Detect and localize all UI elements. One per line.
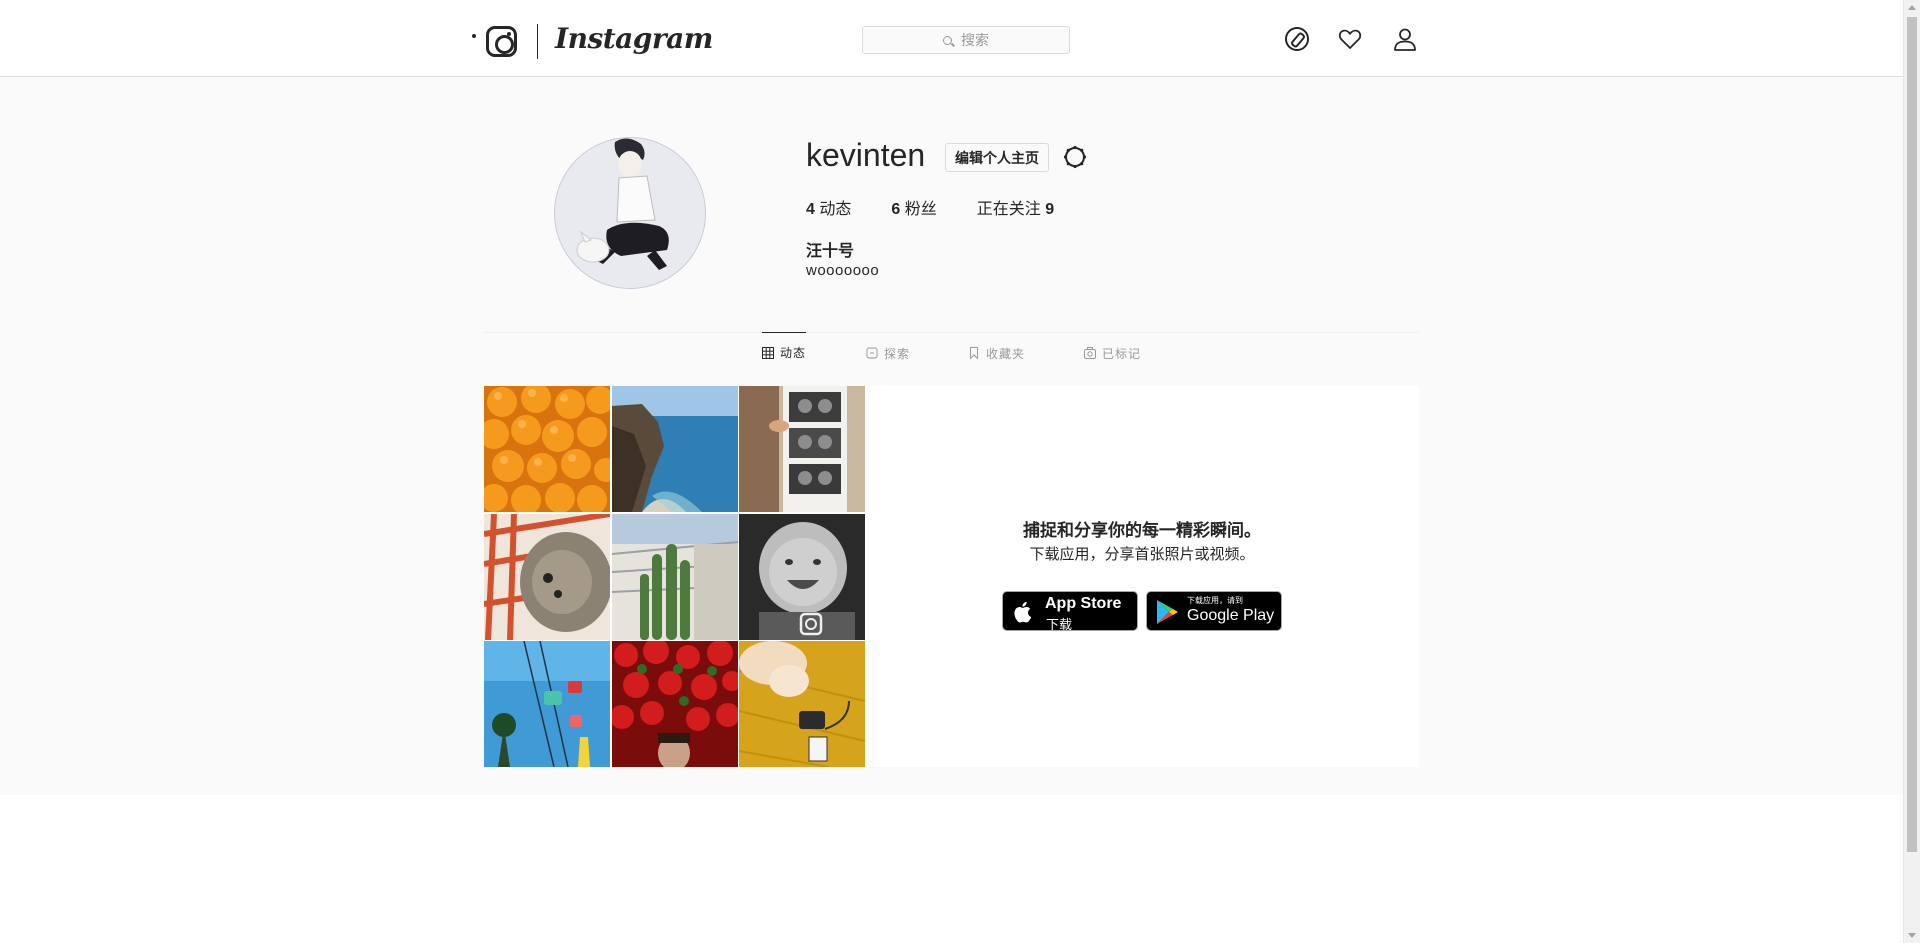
search-box[interactable]: 搜索 [862,26,1070,54]
tabs-divider [484,332,1419,333]
logo-divider [537,24,538,59]
explore-icon [866,347,878,359]
grid-icon [762,346,774,359]
vertical-scrollbar[interactable] [1903,0,1920,943]
promo-subtitle: 下载应用，分享首张照片或视频。 [1029,546,1255,563]
search-icon [943,35,952,45]
google-play-icon [1157,600,1178,624]
photo-oranges [484,386,610,512]
top-nav: Instagram 搜索 [0,0,1903,77]
followers-label: 粉丝 [904,201,937,218]
profile-username: kevinten [806,137,926,173]
following-stat[interactable]: 正在关注 9 [977,195,1054,219]
google-play-label: Google Play [1187,607,1275,624]
photo-photobooth [739,386,865,512]
photo-baby [739,513,865,640]
promo-title: 捕捉和分享你的每一精彩瞬间。 [1023,521,1261,540]
tab-tagged[interactable]: 已标记 [1084,333,1141,373]
download-app-panel: 捕捉和分享你的每一精彩瞬间。 下载应用，分享首张照片或视频。 App Store… [865,386,1419,767]
instagram-wordmark[interactable]: Instagram [555,22,713,55]
app-store-download: 下载 [1046,617,1073,632]
edit-profile-button[interactable]: 编辑个人主页 [945,143,1049,172]
followers-stat[interactable]: 6 粉丝 [891,195,936,219]
posts-stat[interactable]: 4 动态 [806,195,851,219]
google-play-small-label: 下载应用，请到 [1187,596,1243,605]
tab-saved-label: 收藏夹 [986,346,1026,361]
posts-count: 4 [806,201,815,218]
tab-explore-label: 探索 [884,346,911,361]
tab-posts-label: 动态 [780,346,807,360]
photo-ferris-wheel [484,641,610,767]
bookmark-icon [970,347,978,359]
photo-dog [484,513,610,640]
photo-coastline [611,386,738,512]
followers-count: 6 [891,201,901,218]
following-count: 9 [1045,201,1055,218]
page-footer [0,795,1903,943]
person-icon[interactable] [1393,27,1417,51]
tab-tagged-label: 已标记 [1102,346,1142,361]
google-play-button[interactable]: 下载应用，请到 Google Play [1146,591,1282,631]
posts-label: 动态 [819,201,852,218]
profile-stats: 4 动态 6 粉丝 正在关注 9 [806,195,1094,219]
profile-page: kevinten 编辑个人主页 4 动态 6 粉丝 正在关注 9 汪十号 woo… [0,77,1903,795]
following-label: 正在关注 [976,201,1041,218]
profile-bio: wooooooo [806,262,880,279]
app-store-label: App Store [1045,595,1122,612]
scroll-up-arrow-icon[interactable] [1908,5,1916,10]
instagram-camera-icon[interactable] [486,26,517,57]
tab-posts[interactable]: 动态 [762,332,807,372]
tab-saved[interactable]: 收藏夹 [968,333,1025,373]
apple-icon [1014,601,1032,623]
photo-cactus [611,513,738,640]
avatar[interactable] [554,137,706,289]
dot [472,34,476,38]
tab-explore[interactable]: 探索 [866,333,910,373]
search-placeholder: 搜索 [961,32,989,48]
gear-icon[interactable] [1063,145,1087,169]
profile-full-name: 汪十号 [806,243,855,260]
app-store-button[interactable]: App Store 下载 [1002,591,1138,632]
scroll-down-arrow-icon[interactable] [1908,933,1916,938]
avatar-illustration [555,138,705,288]
compass-icon[interactable] [1285,27,1309,51]
scrollbar-thumb[interactable] [1907,17,1917,852]
photo-cat [739,641,865,767]
tagged-icon [1084,347,1096,359]
heart-icon[interactable] [1338,27,1362,51]
photo-flowers [611,641,738,767]
sample-photo-grid [484,386,865,767]
